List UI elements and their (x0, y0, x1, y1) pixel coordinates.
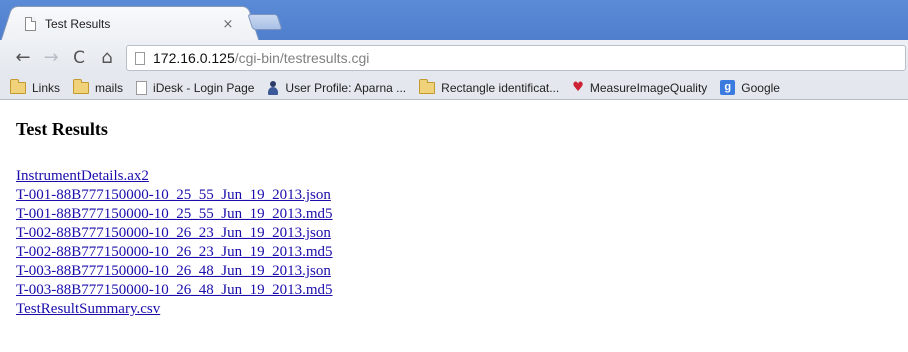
heart-icon: ♥ (572, 79, 584, 95)
browser-toolbar: ← → C ⌂ 172.16.0.125/cgi-bin/testresults… (0, 40, 908, 76)
tab-strip: Test Results × (0, 0, 908, 40)
browser-tab[interactable]: Test Results × (14, 6, 246, 40)
bookmarks-bar: Links mails iDesk - Login Page User Prof… (0, 76, 908, 100)
page-title: Test Results (16, 119, 108, 139)
reload-icon[interactable]: C (68, 48, 90, 68)
file-link[interactable]: T-001-88B777150000-10_25_55_Jun_19_2013.… (16, 187, 331, 203)
url-text[interactable]: 172.16.0.125/cgi-bin/testresults.cgi (153, 50, 369, 66)
file-link[interactable]: InstrumentDetails.ax2 (16, 168, 149, 184)
page-icon (136, 80, 148, 95)
forward-icon[interactable]: → (40, 48, 62, 68)
file-link[interactable]: T-001-88B777150000-10_25_55_Jun_19_2013.… (16, 206, 333, 222)
page-icon (25, 17, 36, 31)
google-icon: g (720, 80, 736, 95)
new-tab-button[interactable] (247, 14, 283, 30)
bookmark-rectangle[interactable]: Rectangle identificat... (419, 78, 559, 98)
bookmark-label: iDesk - Login Page (153, 80, 255, 95)
list-item: T-003-88B777150000-10_26_48_Jun_19_2013.… (16, 279, 333, 298)
url-path: /cgi-bin/testresults.cgi (234, 50, 370, 66)
url-host: 172.16.0.125 (153, 50, 235, 66)
list-item: TestResultSummary.csv (16, 298, 333, 317)
home-icon[interactable]: ⌂ (96, 48, 118, 68)
list-item: T-001-88B777150000-10_25_55_Jun_19_2013.… (16, 184, 333, 203)
folder-icon (10, 78, 26, 94)
list-item: T-003-88B777150000-10_26_48_Jun_19_2013.… (16, 260, 333, 279)
tab-title: Test Results (45, 17, 111, 31)
bookmark-measure-image-quality[interactable]: ♥ MeasureImageQuality (572, 78, 707, 98)
bookmark-label: User Profile: Aparna ... (285, 80, 407, 95)
bookmark-google[interactable]: g Google (720, 78, 780, 98)
bookmark-idesk[interactable]: iDesk - Login Page (136, 78, 254, 98)
file-link[interactable]: T-003-88B777150000-10_26_48_Jun_19_2013.… (16, 263, 331, 279)
bookmark-label: Rectangle identificat... (441, 80, 560, 95)
bookmark-links[interactable]: Links (10, 78, 60, 98)
page-content: Test Results InstrumentDetails.ax2 T-001… (16, 101, 896, 352)
file-link[interactable]: T-003-88B777150000-10_26_48_Jun_19_2013.… (16, 282, 333, 298)
bookmark-label: mails (95, 80, 124, 95)
address-bar[interactable]: 172.16.0.125/cgi-bin/testresults.cgi (126, 45, 906, 71)
file-link[interactable]: T-002-88B777150000-10_26_23_Jun_19_2013.… (16, 244, 333, 260)
close-icon[interactable]: × (221, 17, 235, 32)
back-icon[interactable]: ← (12, 48, 34, 68)
list-item: T-002-88B777150000-10_26_23_Jun_19_2013.… (16, 241, 333, 260)
file-list: InstrumentDetails.ax2 T-001-88B777150000… (16, 165, 333, 317)
bookmark-label: Links (32, 80, 61, 95)
bookmark-label: Google (741, 80, 780, 95)
list-item: InstrumentDetails.ax2 (16, 165, 333, 184)
file-link[interactable]: TestResultSummary.csv (16, 301, 160, 317)
bookmark-user-profile[interactable]: User Profile: Aparna ... (267, 78, 406, 98)
user-icon (267, 80, 279, 95)
bookmark-mails[interactable]: mails (73, 78, 123, 98)
page-icon (135, 51, 145, 65)
folder-icon (73, 78, 90, 94)
list-item: T-001-88B777150000-10_25_55_Jun_19_2013.… (16, 203, 333, 222)
folder-icon (419, 78, 436, 94)
file-link[interactable]: T-002-88B777150000-10_26_23_Jun_19_2013.… (16, 225, 331, 241)
list-item: T-002-88B777150000-10_26_23_Jun_19_2013.… (16, 222, 333, 241)
bookmark-label: MeasureImageQuality (589, 80, 708, 95)
